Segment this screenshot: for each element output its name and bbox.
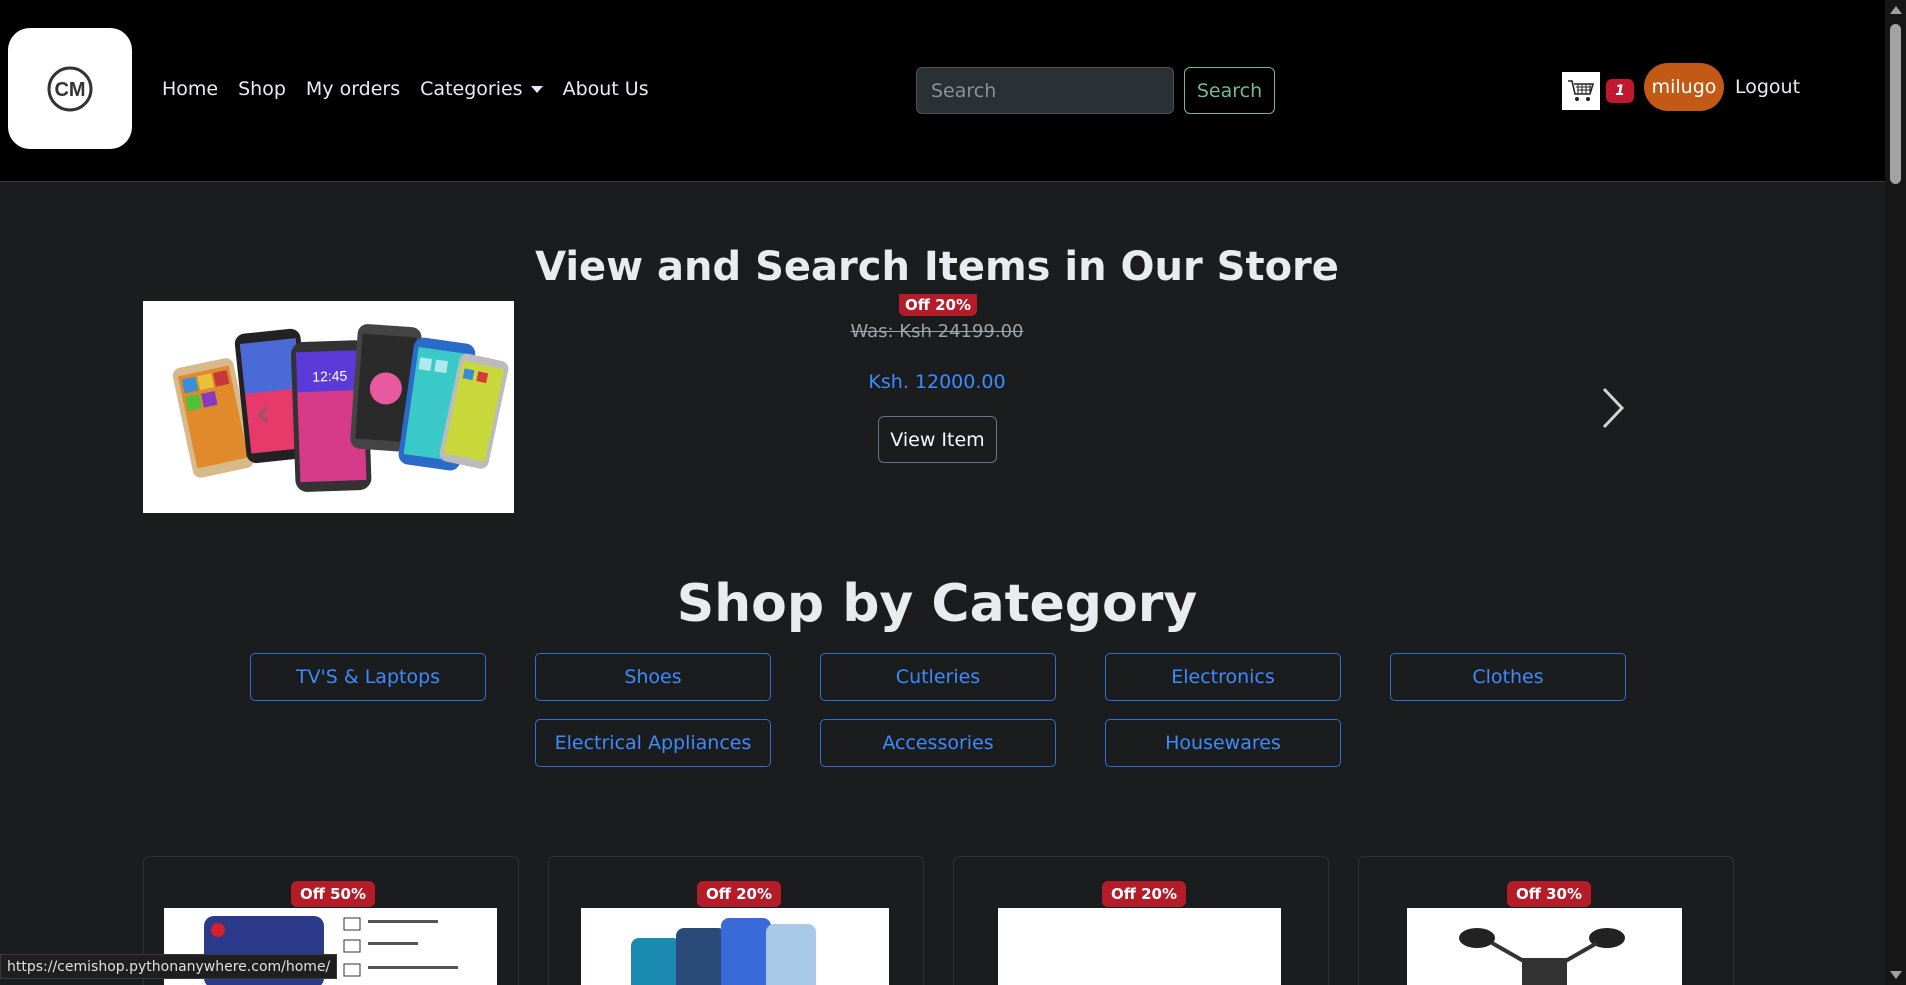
- category-button[interactable]: TV'S & Laptops: [250, 653, 486, 701]
- product-discount-badge: Off 50%: [291, 881, 376, 907]
- hero-price: Ksh. 12000.00: [868, 371, 1006, 393]
- category-button[interactable]: Clothes: [1390, 653, 1626, 701]
- product-image[interactable]: [1407, 908, 1682, 985]
- cart-count-badge: 1: [1606, 79, 1634, 103]
- logout-link[interactable]: Logout: [1735, 76, 1800, 98]
- scrollbar-thumb[interactable]: [1890, 24, 1901, 184]
- logo-icon: CM: [47, 66, 93, 111]
- carousel-next-button[interactable]: [1594, 385, 1630, 431]
- site-logo[interactable]: CM: [8, 28, 132, 149]
- nav-my-orders-link[interactable]: My orders: [306, 78, 400, 100]
- nav-categories-dropdown[interactable]: Categories: [420, 78, 543, 100]
- chevron-left-icon: ‹: [255, 390, 271, 436]
- nav-links: Home Shop My orders Categories About Us: [162, 78, 649, 100]
- hero-discount-badge: Off 20%: [899, 294, 977, 316]
- hero-was-price: Was: Ksh 24199.00: [850, 321, 1024, 342]
- nav-about-link[interactable]: About Us: [563, 78, 649, 100]
- nav-shop-link[interactable]: Shop: [238, 78, 286, 100]
- product-image[interactable]: [998, 908, 1281, 985]
- user-account-button[interactable]: milugo: [1644, 63, 1724, 111]
- category-button[interactable]: Shoes: [535, 653, 771, 701]
- page-scrollbar[interactable]: [1885, 0, 1906, 985]
- cart-button[interactable]: [1562, 72, 1600, 110]
- search-input[interactable]: [916, 67, 1174, 114]
- motorbike-image: [1407, 908, 1682, 985]
- cart-icon: [1568, 80, 1595, 101]
- product-discount-badge: Off 20%: [697, 881, 782, 907]
- chevron-down-icon: [530, 86, 543, 93]
- search-button[interactable]: Search: [1184, 67, 1275, 114]
- category-button[interactable]: Electronics: [1105, 653, 1341, 701]
- product-image[interactable]: [581, 908, 889, 985]
- hero-title: View and Search Items in Our Store: [535, 244, 1339, 290]
- category-button[interactable]: Cutleries: [820, 653, 1056, 701]
- chevron-right-icon: [1602, 387, 1625, 429]
- nav-categories-label: Categories: [420, 78, 523, 100]
- product-discount-badge: Off 20%: [1102, 881, 1187, 907]
- view-item-button[interactable]: View Item: [878, 416, 997, 463]
- category-button[interactable]: Housewares: [1105, 719, 1341, 767]
- category-section-title: Shop by Category: [676, 574, 1198, 634]
- product-discount-badge: Off 30%: [1507, 881, 1592, 907]
- category-button[interactable]: Accessories: [820, 719, 1056, 767]
- scroll-down-icon[interactable]: [1890, 971, 1902, 979]
- scroll-up-icon[interactable]: [1890, 6, 1902, 14]
- svg-text:CM: CM: [54, 79, 85, 101]
- category-button[interactable]: Electrical Appliances: [535, 719, 771, 767]
- top-navbar: CM Home Shop My orders Categories About …: [0, 0, 1885, 182]
- phones-image: [581, 908, 889, 985]
- nav-home-link[interactable]: Home: [162, 78, 218, 100]
- link-status-bar: https://cemishop.pythonanywhere.com/home…: [0, 954, 338, 979]
